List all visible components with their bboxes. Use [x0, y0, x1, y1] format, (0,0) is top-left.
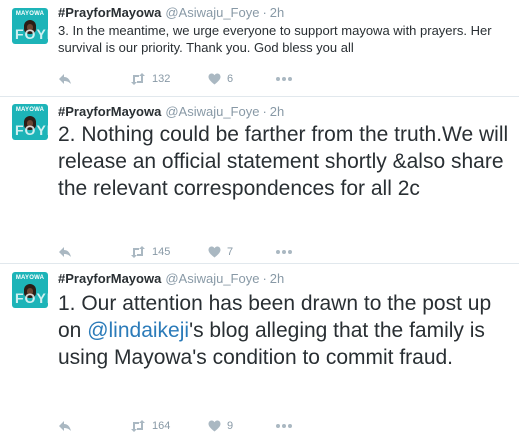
avatar-letters: FOYE — [15, 290, 48, 306]
like-button[interactable]: 9 — [208, 419, 233, 433]
reply-icon — [59, 74, 71, 84]
more-button[interactable] — [276, 72, 292, 86]
reply-button[interactable] — [58, 419, 72, 433]
tweet-actions: 132 6 — [58, 72, 318, 86]
avatar[interactable]: MAYOWA FOYE — [12, 8, 48, 44]
tweet-text: 1. Our attention has been drawn to the p… — [58, 290, 513, 371]
separator-dot: · — [262, 271, 267, 286]
tweet-header: #PrayforMayowa @Asiwaju_Foye · 2h — [58, 5, 284, 21]
more-icon — [276, 77, 292, 81]
like-button[interactable]: 6 — [208, 72, 233, 86]
reply-icon — [59, 247, 71, 257]
tweet-header: #PrayforMayowa @Asiwaju_Foye · 2h — [58, 104, 284, 120]
like-count: 6 — [227, 73, 234, 85]
avatar-letters: FOYE — [15, 26, 48, 42]
display-name[interactable]: #PrayforMayowa — [58, 104, 161, 119]
display-name[interactable]: #PrayforMayowa — [58, 271, 161, 286]
user-handle[interactable]: @Asiwaju_Foye — [165, 104, 259, 119]
more-icon — [276, 424, 292, 428]
retweet-button[interactable]: 145 — [130, 245, 170, 259]
separator-dot: · — [262, 104, 267, 119]
retweet-count: 164 — [152, 420, 171, 432]
avatar-letters: FOYE — [15, 122, 48, 138]
user-handle[interactable]: @Asiwaju_Foye — [165, 5, 259, 20]
tweet-text: 2. Nothing could be farther from the tru… — [58, 123, 509, 200]
reply-button[interactable] — [58, 72, 72, 86]
tweet[interactable]: MAYOWA FOYE #PrayforMayowa @Asiwaju_Foye·… — [0, 0, 519, 96]
avatar[interactable]: MAYOWA FOYE — [12, 104, 48, 140]
avatar-brand: MAYOWA — [15, 275, 45, 281]
retweet-count: 132 — [152, 73, 171, 85]
tweet[interactable]: MAYOWA FOYE #PrayforMayowa @Asiwaju_Foye·… — [0, 264, 519, 435]
retweet-button[interactable]: 132 — [130, 72, 170, 86]
tweet-actions: 145 7 — [58, 245, 318, 259]
reply-button[interactable] — [58, 245, 72, 259]
timestamp[interactable]: 2h — [270, 271, 284, 286]
like-count: 9 — [227, 420, 234, 432]
retweet-button[interactable]: 164 — [130, 419, 170, 433]
like-count: 7 — [227, 246, 234, 258]
heart-icon — [208, 73, 221, 85]
mention-link[interactable]: @lindaikeji — [87, 319, 189, 342]
retweet-count: 145 — [152, 246, 171, 258]
timestamp[interactable]: 2h — [270, 104, 284, 119]
retweet-icon — [131, 73, 145, 85]
display-name[interactable]: #PrayforMayowa — [58, 5, 161, 20]
more-button[interactable] — [276, 419, 292, 433]
avatar-brand: MAYOWA — [15, 107, 45, 113]
retweet-icon — [131, 246, 145, 258]
tweet-text: 3. In the meantime, we urge everyone to … — [58, 23, 492, 55]
user-handle[interactable]: @Asiwaju_Foye — [165, 271, 259, 286]
tweet-actions: 164 9 — [58, 419, 318, 433]
reply-icon — [59, 421, 71, 431]
retweet-icon — [131, 420, 145, 432]
more-icon — [276, 250, 292, 254]
more-button[interactable] — [276, 245, 292, 259]
tweet[interactable]: MAYOWA FOYE #PrayforMayowa @Asiwaju_Foye·… — [0, 97, 519, 263]
avatar[interactable]: MAYOWA FOYE — [12, 272, 48, 308]
timestamp[interactable]: 2h — [270, 5, 284, 20]
tweet-header: #PrayforMayowa @Asiwaju_Foye · 2h — [58, 271, 284, 287]
like-button[interactable]: 7 — [208, 245, 233, 259]
separator-dot: · — [262, 5, 267, 20]
heart-icon — [208, 246, 221, 258]
heart-icon — [208, 420, 221, 432]
avatar-brand: MAYOWA — [15, 11, 45, 17]
